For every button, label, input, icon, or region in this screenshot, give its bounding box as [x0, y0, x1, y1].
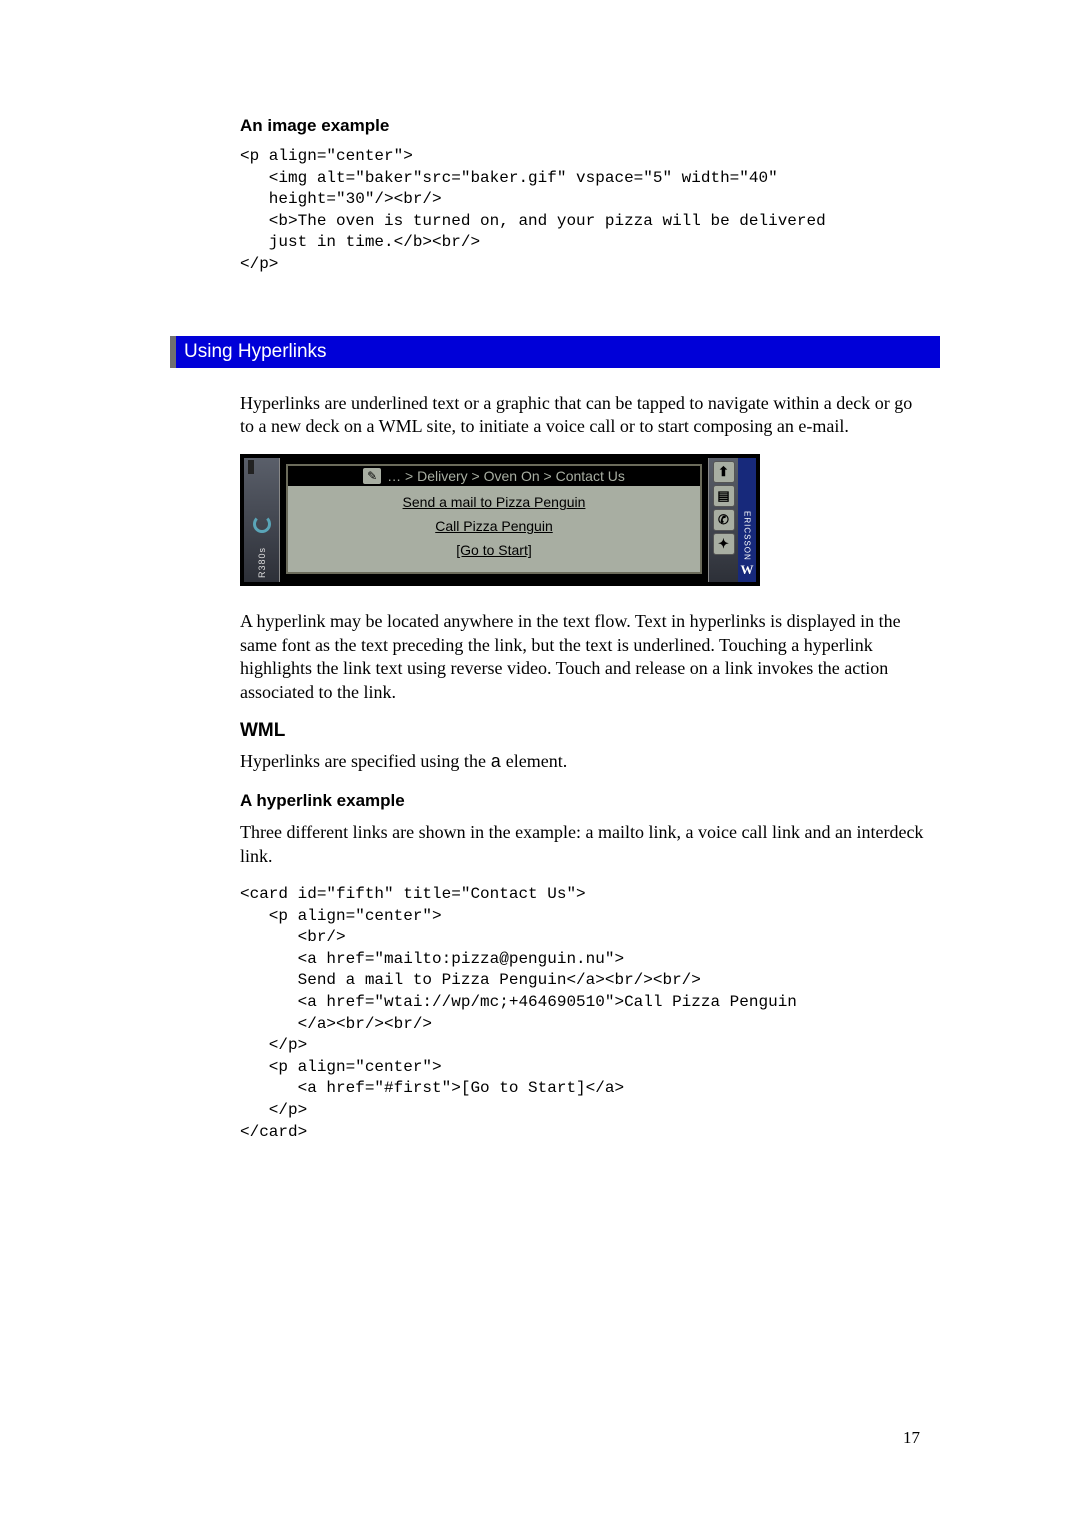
brand-label: ERICSSON	[743, 511, 752, 561]
device-screenshot: R380s … > Delivery > Oven On > Contact U…	[240, 454, 760, 586]
section-bar-label: Using Hyperlinks	[184, 341, 327, 363]
breadcrumb: … > Delivery > Oven On > Contact Us	[387, 468, 625, 484]
para-hyperlinks-intro: Hyperlinks are underlined text or a grap…	[240, 392, 930, 439]
antenna-icon	[248, 460, 254, 474]
device-softkeys: ⬆ ▤ ✆ ✦	[708, 458, 738, 582]
heading-wml: WML	[240, 720, 930, 742]
up-arrow-icon[interactable]: ⬆	[713, 461, 735, 483]
device-brand-strip: ERICSSON W	[738, 458, 756, 582]
screen-titlebar: … > Delivery > Oven On > Contact Us	[288, 466, 700, 486]
code-block-hyperlink-example: <card id="fifth" title="Contact Us"> <p …	[240, 884, 930, 1143]
nav-icon[interactable]: ✦	[713, 533, 735, 555]
device-left-panel: R380s	[244, 458, 280, 582]
heading-hyperlink-example: A hyperlink example	[240, 791, 930, 811]
wml-text-pre: Hyperlinks are specified using the	[240, 751, 490, 771]
para-hyperlink-example-intro: Three different links are shown in the e…	[240, 821, 930, 868]
page-number: 17	[903, 1428, 920, 1448]
link-send-mail[interactable]: Send a mail to Pizza Penguin	[403, 494, 586, 510]
device-model-label: R380s	[257, 547, 267, 578]
para-wml: Hyperlinks are specified using the a ele…	[240, 750, 930, 775]
wml-text-post: element.	[501, 751, 567, 771]
phone-icon[interactable]: ✆	[713, 509, 735, 531]
brand-logo-icon: W	[741, 562, 754, 578]
doc-icon[interactable]: ▤	[713, 485, 735, 507]
pencil-icon	[363, 468, 381, 484]
code-block-image-example: <p align="center"> <img alt="baker"src="…	[240, 146, 930, 276]
logo-swirl-icon	[253, 515, 271, 533]
wml-text-mono: a	[490, 753, 501, 773]
link-call-pizza[interactable]: Call Pizza Penguin	[435, 518, 553, 534]
link-go-start[interactable]: [Go to Start]	[456, 542, 531, 558]
para-hyperlink-behaviour: A hyperlink may be located anywhere in t…	[240, 610, 930, 704]
heading-image-example: An image example	[240, 116, 930, 136]
device-screen-area: … > Delivery > Oven On > Contact Us Send…	[280, 458, 708, 582]
section-bar-hyperlinks: Using Hyperlinks	[170, 336, 940, 368]
